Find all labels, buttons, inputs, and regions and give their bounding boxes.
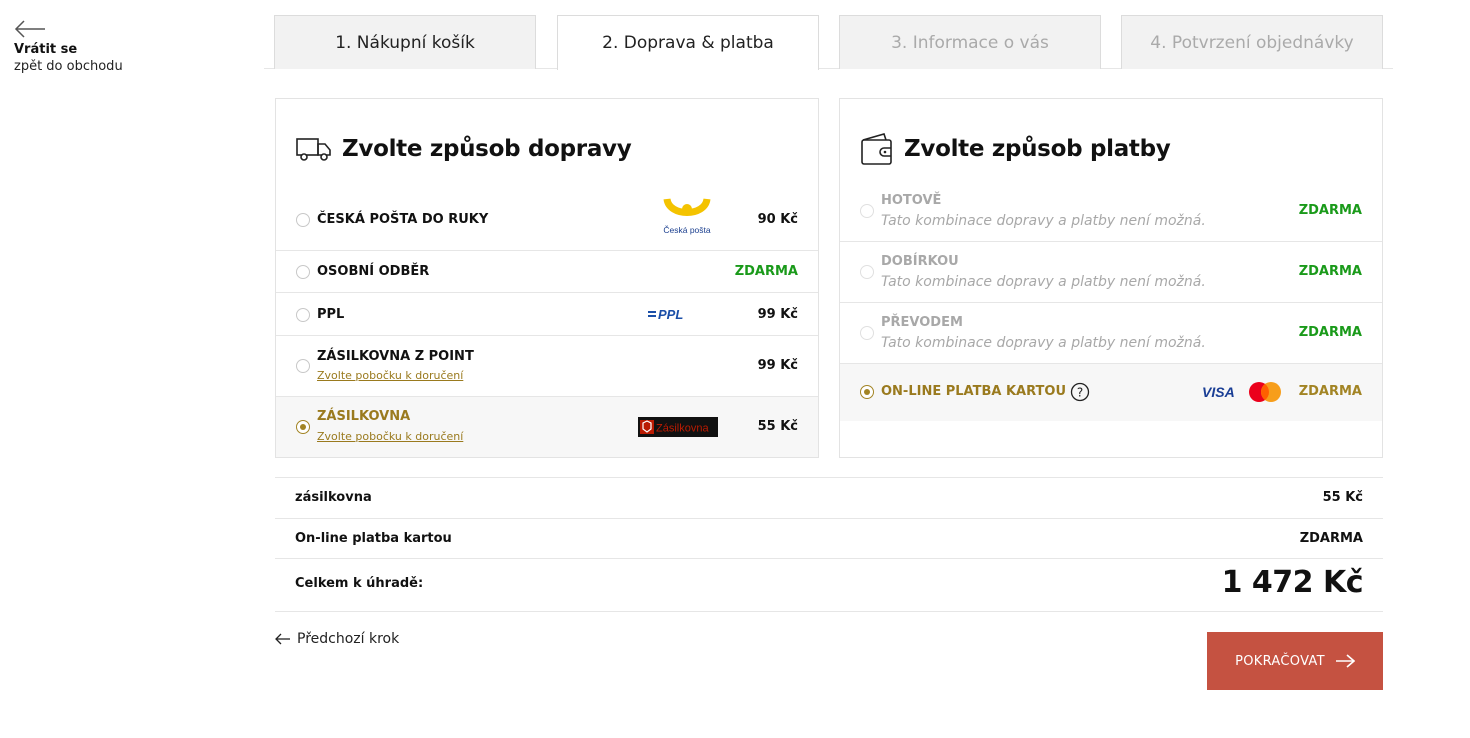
option-note: Tato kombinace dopravy a platby není mož… — [881, 335, 1206, 351]
radio-button-selected[interactable] — [860, 385, 874, 399]
summary-payment-row: On-line platba kartou ZDARMA — [275, 518, 1383, 558]
shipping-option-ppl[interactable]: PPL PPL 99 Kč — [276, 293, 818, 336]
summary-payment-label: On-line platba kartou — [295, 531, 452, 546]
shipping-header: Zvolte způsob dopravy — [296, 129, 632, 169]
option-price: 99 Kč — [757, 307, 798, 322]
option-label: ZÁSILKOVNA — [317, 409, 411, 424]
option-note: Tato kombinace dopravy a platby není mož… — [881, 213, 1206, 229]
svg-text:?: ? — [1077, 386, 1083, 400]
shipping-option-ceska-posta[interactable]: ČESKÁ POŠTA DO RUKY Česká pošta 90 Kč — [276, 189, 818, 251]
radio-button[interactable] — [296, 308, 310, 322]
payment-panel: Zvolte způsob platby HOTOVĚ Tato kombina… — [839, 98, 1383, 458]
radio-button-disabled — [860, 326, 874, 340]
continue-button[interactable]: POKRAČOVAT — [1207, 632, 1383, 690]
payment-title: Zvolte způsob platby — [904, 136, 1171, 162]
svg-text:PPL: PPL — [658, 307, 683, 322]
truck-icon — [296, 138, 331, 161]
choose-branch-link[interactable]: Zvolte pobočku k doručení — [317, 369, 463, 382]
back-subtitle: zpět do obchodu — [14, 59, 123, 74]
option-label: DOBÍRKOU — [881, 254, 959, 269]
radio-button[interactable] — [296, 359, 310, 373]
arrow-left-icon — [14, 20, 45, 38]
summary-total-row: Celkem k úhradě: 1 472 Kč — [275, 558, 1383, 612]
choose-branch-link[interactable]: Zvolte pobočku k doručení — [317, 430, 463, 443]
option-label: PPL — [317, 307, 345, 322]
summary-shipping-value: 55 Kč — [1322, 490, 1363, 505]
option-price: ZDARMA — [1298, 203, 1362, 218]
option-price: ZDARMA — [734, 264, 798, 279]
option-price: ZDARMA — [1298, 325, 1362, 340]
option-label: ČESKÁ POŠTA DO RUKY — [317, 212, 489, 227]
payment-option-prevodem: PŘEVODEM Tato kombinace dopravy a platby… — [840, 303, 1382, 364]
payment-option-hotove: HOTOVĚ Tato kombinace dopravy a platby n… — [840, 181, 1382, 242]
continue-label: POKRAČOVAT — [1235, 653, 1325, 669]
shipping-title: Zvolte způsob dopravy — [342, 136, 632, 162]
previous-step-label: Předchozí krok — [297, 631, 400, 647]
tab-cart[interactable]: 1. Nákupní košík — [274, 15, 536, 69]
option-price: 90 Kč — [757, 212, 798, 227]
summary-shipping-label: zásilkovna — [295, 490, 372, 505]
arrow-left-icon — [275, 633, 290, 645]
arrow-right-icon — [1335, 654, 1355, 668]
ppl-logo: PPL — [648, 307, 683, 322]
mastercard-logo — [1249, 382, 1281, 402]
payment-header: Zvolte způsob platby — [860, 129, 1171, 169]
option-note: Tato kombinace dopravy a platby není mož… — [881, 274, 1206, 290]
back-title: Vrátit se — [14, 42, 78, 57]
radio-button[interactable] — [296, 213, 310, 227]
option-label: ZÁSILKOVNA Z POINT — [317, 349, 474, 364]
option-price: ZDARMA — [1298, 384, 1362, 399]
payment-option-dobirkou: DOBÍRKOU Tato kombinace dopravy a platby… — [840, 242, 1382, 303]
option-label: ON-LINE PLATBA KARTOU — [881, 384, 1066, 399]
tab-shipping-payment[interactable]: 2. Doprava & platba — [557, 15, 819, 70]
svg-text:Zásilkovna: Zásilkovna — [656, 423, 709, 435]
back-to-shop-link[interactable]: Vrátit se zpět do obchodu — [14, 18, 174, 74]
radio-button[interactable] — [296, 265, 310, 279]
shipping-option-zasilkovna-z-point[interactable]: ZÁSILKOVNA Z POINT Zvolte pobočku k doru… — [276, 336, 818, 397]
wallet-icon — [861, 133, 892, 165]
zasilkovna-logo: Zásilkovna — [638, 417, 718, 437]
tab-information: 3. Informace o vás — [839, 15, 1101, 69]
option-label: PŘEVODEM — [881, 315, 963, 330]
shipping-option-zasilkovna[interactable]: ZÁSILKOVNA Zvolte pobočku k doručení Zás… — [276, 397, 818, 457]
shipping-option-osobni-odber[interactable]: OSOBNÍ ODBĚR ZDARMA — [276, 251, 818, 293]
option-label: OSOBNÍ ODBĚR — [317, 264, 430, 279]
radio-button-disabled — [860, 265, 874, 279]
shipping-panel: Zvolte způsob dopravy ČESKÁ POŠTA DO RUK… — [275, 98, 819, 458]
tab-confirmation: 4. Potvrzení objednávky — [1121, 15, 1383, 69]
help-icon[interactable]: ? — [1070, 382, 1090, 402]
visa-logo: VISA — [1202, 384, 1235, 400]
checkout-steps: 1. Nákupní košík 2. Doprava & platba 3. … — [264, 15, 1393, 70]
option-price: 99 Kč — [757, 358, 798, 373]
option-price: 55 Kč — [757, 419, 798, 434]
option-label: HOTOVĚ — [881, 193, 942, 208]
radio-button-selected[interactable] — [296, 420, 310, 434]
summary-total-label: Celkem k úhradě: — [295, 576, 424, 591]
payment-option-card[interactable]: ON-LINE PLATBA KARTOU ? VISA ZDARMA — [840, 364, 1382, 421]
summary-shipping-row: zásilkovna 55 Kč — [275, 477, 1383, 518]
svg-text:VISA: VISA — [1202, 384, 1235, 400]
previous-step-link[interactable]: Předchozí krok — [275, 631, 399, 647]
summary-payment-value: ZDARMA — [1299, 531, 1363, 546]
svg-text:Česká pošta: Česká pošta — [663, 225, 711, 235]
summary-total-value: 1 472 Kč — [1221, 565, 1364, 600]
radio-button-disabled — [860, 204, 874, 218]
option-price: ZDARMA — [1298, 264, 1362, 279]
ceska-posta-logo: Česká pošta — [663, 197, 711, 235]
